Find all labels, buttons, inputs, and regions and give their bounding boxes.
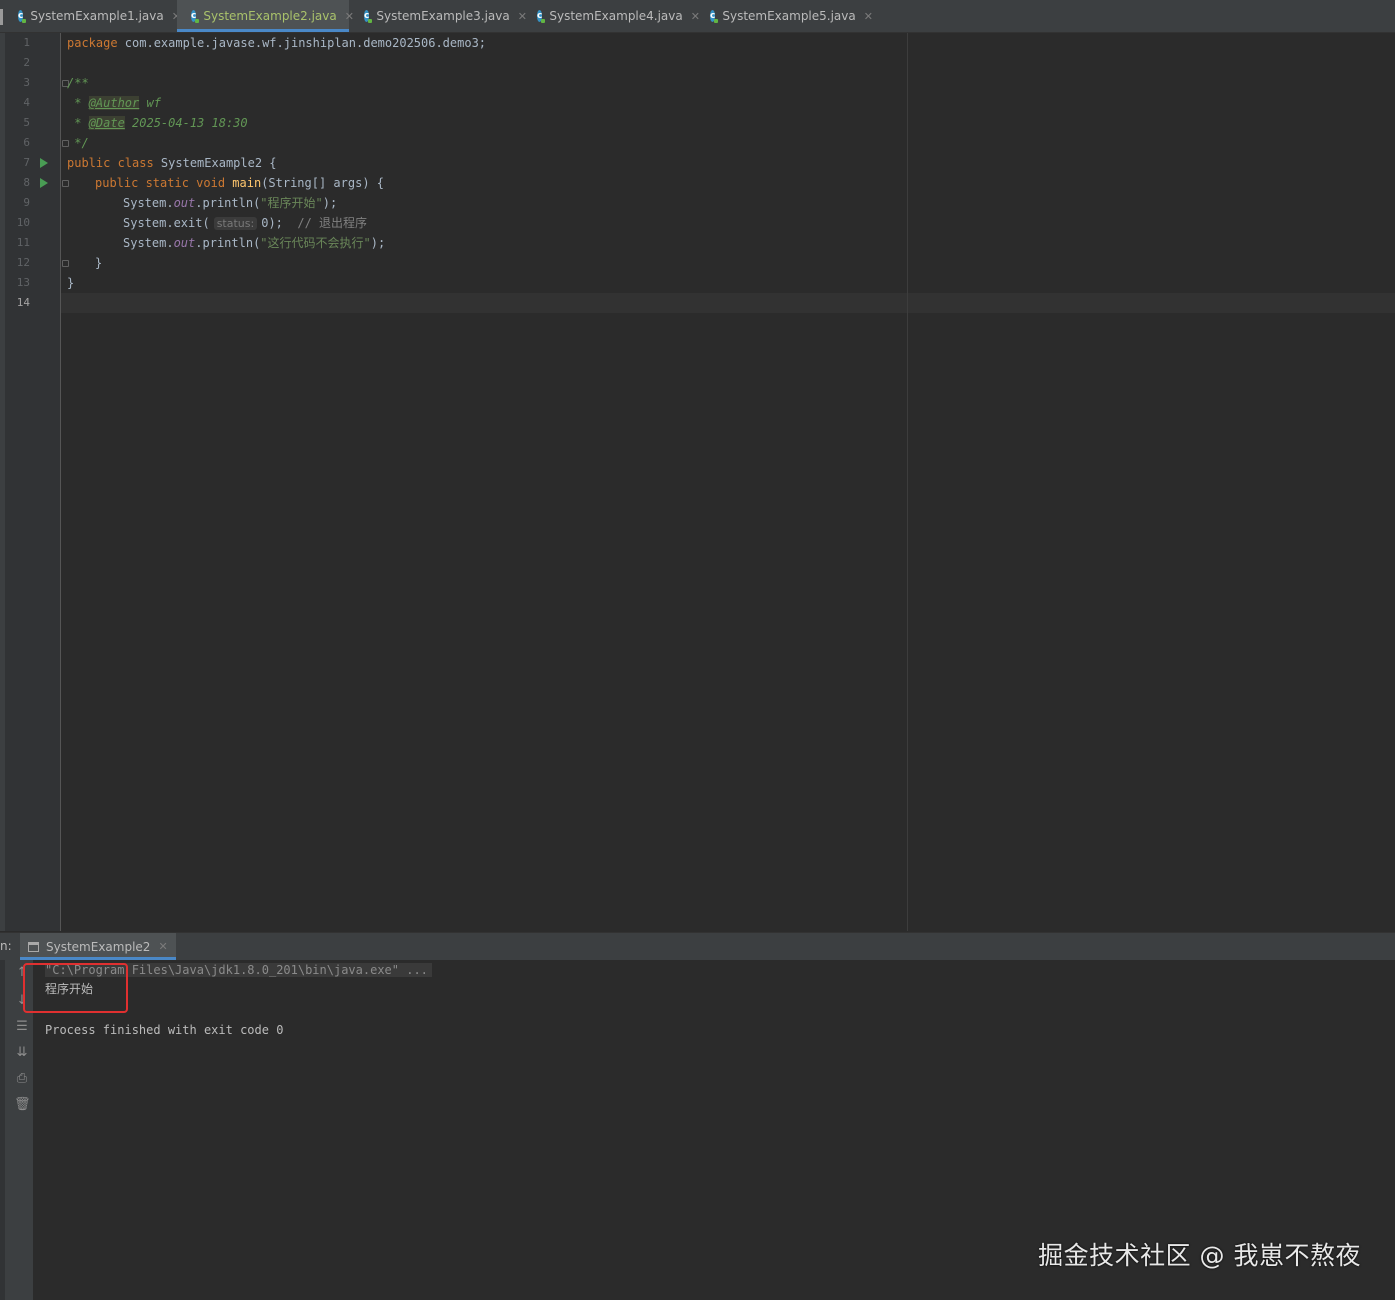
code-text: System. <box>123 196 174 210</box>
code-line-1: package com.example.javase.wf.jinshiplan… <box>67 33 486 53</box>
code-line-13: } <box>67 273 74 293</box>
code-text: com.example.javase.wf.jinshiplan.demo202… <box>117 36 487 50</box>
code-text: SystemExample2 { <box>153 156 277 170</box>
code-line-5: * @Date 2025-04-13 18:30 <box>67 113 248 133</box>
line-number: 7 <box>23 156 30 169</box>
editor-tab-bar: c SystemExample1.java ✕ c SystemExample2… <box>0 0 1395 33</box>
code-text: ); <box>370 236 386 250</box>
parameter-hint: status: <box>213 217 258 230</box>
java-class-icon: c <box>18 10 27 23</box>
tab-label: SystemExample1.java <box>30 9 164 23</box>
code-line-3: /** <box>67 73 89 93</box>
doc-tag: @Author <box>88 96 140 110</box>
code-line-9: System.out.println("程序开始"); <box>123 193 337 213</box>
code-line-8: public static void main(String[] args) { <box>95 173 384 193</box>
line-number: 10 <box>16 216 30 229</box>
line-number: 11 <box>16 236 30 249</box>
line-number: 13 <box>16 276 30 289</box>
line-number-current: 14 <box>16 296 30 309</box>
line-number: 3 <box>23 76 30 89</box>
tab-systemexample5[interactable]: c SystemExample5.java ✕ <box>696 0 873 32</box>
soft-wrap-icon[interactable]: ☰ <box>14 1020 30 1034</box>
doc-comment: wf <box>139 96 161 110</box>
doc-comment: /** <box>67 76 89 90</box>
tab-bar-edge <box>0 9 3 25</box>
doc-tag: @Date <box>88 116 125 130</box>
code-text: (String[] args) { <box>261 176 385 190</box>
code-line-4: * @Author wf <box>67 93 161 113</box>
java-class-icon: c <box>191 10 200 23</box>
close-icon[interactable]: ✕ <box>864 10 873 23</box>
highlight-box <box>23 963 128 1013</box>
line-number: 1 <box>23 36 30 49</box>
tab-label: SystemExample2.java <box>203 9 337 23</box>
code-line-12: } <box>95 253 102 273</box>
code-line-7: public class SystemExample2 { <box>67 153 277 173</box>
tab-systemexample2[interactable]: c SystemExample2.java ✕ <box>177 0 354 32</box>
tab-systemexample3[interactable]: c SystemExample3.java ✕ <box>350 0 527 32</box>
run-gutter-icon[interactable] <box>40 158 48 168</box>
print-icon[interactable]: ⎙ <box>14 1072 30 1086</box>
code-text: .println( <box>195 236 261 250</box>
method-name: main <box>232 176 262 190</box>
code-text: System.exit( <box>123 216 210 230</box>
line-number: 5 <box>23 116 30 129</box>
string-literal: "程序开始" <box>260 196 323 210</box>
line-comment: // 退出程序 <box>297 216 368 230</box>
tab-label: SystemExample3.java <box>376 9 510 23</box>
static-field: out <box>173 196 196 210</box>
code-text: } <box>95 256 103 270</box>
run-tab-label: SystemExample2 <box>46 939 151 954</box>
right-margin-guide <box>907 33 908 931</box>
current-line-highlight <box>61 293 1395 313</box>
close-icon[interactable]: ✕ <box>158 940 167 953</box>
keyword: public class <box>67 156 154 170</box>
tab-systemexample4[interactable]: c SystemExample4.java ✕ <box>523 0 700 32</box>
code-line-10: System.exit(status: 0); // 退出程序 <box>123 213 367 234</box>
java-class-icon: c <box>710 10 719 23</box>
doc-comment: */ <box>67 136 89 150</box>
java-class-icon: c <box>364 10 373 23</box>
code-text: 0); <box>261 216 283 230</box>
string-literal: "这行代码不会执行" <box>260 236 371 250</box>
run-tab-systemexample2[interactable]: SystemExample2 ✕ <box>20 933 176 960</box>
doc-comment: 2025-04-13 18:30 <box>124 116 248 130</box>
tab-label: SystemExample5.java <box>722 9 856 23</box>
run-gutter-icon[interactable] <box>40 178 48 188</box>
line-number: 4 <box>23 96 30 109</box>
code-text: ); <box>322 196 338 210</box>
console-exit-line: Process finished with exit code 0 <box>45 1023 284 1037</box>
line-number: 2 <box>23 56 30 69</box>
watermark: 掘金技术社区 @ 我崽不熬夜 <box>1038 1241 1361 1270</box>
keyword: public static void <box>95 176 226 190</box>
java-class-icon: c <box>537 10 546 23</box>
line-number: 8 <box>23 176 30 189</box>
code-line-11: System.out.println("这行代码不会执行"); <box>123 233 385 253</box>
fold-icon[interactable] <box>62 260 69 267</box>
code-line-6: */ <box>67 133 89 153</box>
code-text: } <box>67 276 75 290</box>
fold-icon[interactable] <box>62 180 69 187</box>
doc-comment: * <box>67 96 89 110</box>
scroll-to-end-icon[interactable]: ⇊ <box>14 1046 30 1060</box>
doc-comment: * <box>67 116 89 130</box>
tab-label: SystemExample4.java <box>549 9 683 23</box>
tab-systemexample1[interactable]: c SystemExample1.java ✕ <box>4 0 181 32</box>
line-number: 9 <box>23 196 30 209</box>
line-number: 6 <box>23 136 30 149</box>
trash-icon[interactable]: 🗑 <box>14 1098 31 1112</box>
run-panel-prefix: n: <box>0 939 12 953</box>
static-field: out <box>173 236 196 250</box>
run-panel-header: n: SystemExample2 ✕ <box>0 932 1395 960</box>
console-icon <box>28 941 39 952</box>
line-number: 12 <box>16 256 30 269</box>
code-text: .println( <box>195 196 261 210</box>
keyword: package <box>67 36 118 50</box>
editor-gutter: 1 2 3 4 5 6 7 8 9 10 11 12 13 14 <box>5 33 69 931</box>
code-text: System. <box>123 236 174 250</box>
